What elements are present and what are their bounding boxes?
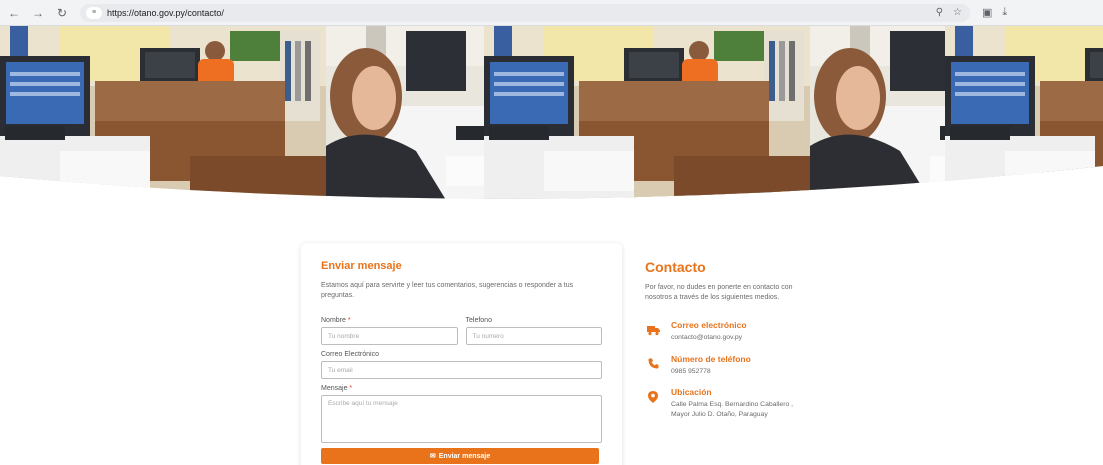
send-message-button[interactable]: ✉ Enviar mensaje bbox=[321, 448, 599, 465]
phone-heading: Número de teléfono bbox=[671, 353, 751, 364]
site-info-icon[interactable]: ≡ bbox=[86, 6, 102, 19]
truck-icon bbox=[645, 322, 661, 338]
download-icon[interactable]: ⤓ bbox=[1002, 6, 1007, 19]
name-input[interactable]: Tu nombre bbox=[321, 327, 458, 346]
email-heading: Correo electrónico bbox=[671, 320, 747, 331]
form-description: Estamos aquí para servirte y leer tus co… bbox=[321, 282, 574, 300]
location-value: Calle Palma Esq. Bernardino Caballero , … bbox=[671, 401, 794, 418]
contact-info: Contacto Por favor, no dudes en ponerte … bbox=[645, 259, 865, 419]
phone-input[interactable]: Tu numero bbox=[465, 327, 602, 346]
send-button-label: Enviar mensaje bbox=[438, 452, 491, 460]
back-arrow-icon[interactable]: ← bbox=[4, 3, 24, 23]
envelope-icon: ✉ bbox=[429, 453, 436, 461]
required-mark: * bbox=[347, 317, 351, 325]
required-mark: * bbox=[349, 385, 353, 393]
location-pin-icon bbox=[645, 389, 661, 405]
location-heading: Ubicación bbox=[671, 387, 712, 398]
address-bar[interactable]: ≡ https://otano.gov.py/contacto/ ⚲ ☆ bbox=[80, 3, 970, 22]
contact-form-card: Enviar mensaje Estamos aquí para servirt… bbox=[301, 243, 622, 465]
message-textarea[interactable]: Escribe aquí tu mensaje bbox=[321, 395, 602, 444]
phone-icon bbox=[645, 356, 661, 372]
forward-arrow-icon[interactable]: → bbox=[28, 3, 48, 23]
bookmark-star-icon[interactable]: ☆ bbox=[953, 7, 962, 18]
reload-icon[interactable]: ↻ bbox=[52, 3, 72, 23]
phone-label: Telefono bbox=[465, 317, 492, 325]
hero-banner-image bbox=[0, 26, 1103, 200]
browser-toolbar: ← → ↻ ≡ https://otano.gov.py/contacto/ ⚲… bbox=[0, 0, 1103, 26]
email-input[interactable]: Tu email bbox=[321, 361, 602, 380]
phone-value[interactable]: 0985 952778 bbox=[671, 367, 751, 377]
extensions-icon[interactable]: ▣ bbox=[982, 6, 992, 19]
contact-title: Contacto bbox=[645, 259, 706, 275]
url-text: https://otano.gov.py/contacto/ bbox=[107, 7, 224, 18]
email-value[interactable]: contacto@otano.gov.py bbox=[671, 333, 747, 343]
contact-item-email: Correo electrónico contacto@otano.gov.py bbox=[645, 320, 865, 343]
contact-item-location: Ubicación Calle Palma Esq. Bernardino Ca… bbox=[645, 387, 865, 419]
zoom-icon[interactable]: ⚲ bbox=[936, 7, 943, 18]
name-label: Nombre * bbox=[321, 317, 351, 325]
contact-description: Por favor, no dudes en ponerte en contac… bbox=[645, 284, 793, 302]
contact-item-phone: Número de teléfono 0985 952778 bbox=[645, 354, 865, 377]
message-label: Mensaje * bbox=[321, 385, 353, 393]
email-label: Correo Electrónico bbox=[321, 351, 379, 359]
form-title: Enviar mensaje bbox=[321, 260, 402, 272]
